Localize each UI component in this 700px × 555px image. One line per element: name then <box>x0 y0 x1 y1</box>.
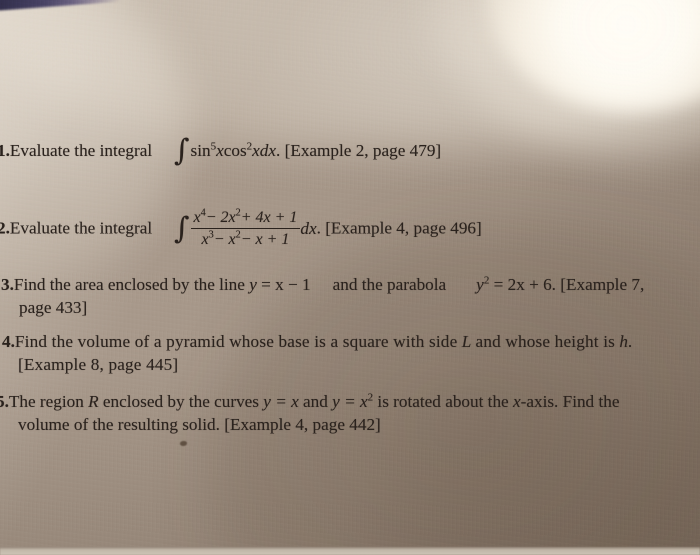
problem-number-4: 4. <box>2 332 15 351</box>
problem-3-reference-part2: page 433] <box>19 297 88 317</box>
numerator-term-2: − 2x <box>205 209 236 226</box>
problem-2-text: Evaluate the integral <box>9 218 153 238</box>
integral-sign-icon: ∫ <box>174 210 190 245</box>
problem-3-parabola-equation: y2 = 2x + 6. <box>476 275 556 294</box>
differential-dx: dx <box>300 218 317 238</box>
parabola-equation-rhs: = 2x + 6. <box>493 275 556 294</box>
line-equation-rhs: = x − 1 <box>261 275 311 294</box>
problem-4-line2: [Example 8, page 445] <box>18 354 700 377</box>
cosine-function: cos <box>223 141 247 160</box>
problem-number-5: 5. <box>0 392 9 411</box>
problem-5-text-e: volume of the resulting solid. [Example … <box>18 414 381 434</box>
problem-item-4: 4.Find the volume of a pyramid whose bas… <box>2 331 700 376</box>
problem-item-3: 3.Find the area enclosed by the line y =… <box>1 274 700 319</box>
problem-2-reference: . [Example 4, page 496] <box>316 218 482 238</box>
sine-argument: x <box>216 141 224 160</box>
denominator-term-2: − x <box>213 231 236 249</box>
cosine-argument-differential: xdx <box>252 141 277 160</box>
problem-1-integral: ∫sin5xcos2xdx <box>174 135 277 165</box>
problem-item-1: 1.Evaluate the integral ∫sin5xcos2xdx. [E… <box>0 135 442 165</box>
curve-1-expression: y = x <box>263 392 299 411</box>
problem-5-text-c: is rotated about the <box>377 392 509 411</box>
problem-3-text-a: Find the area enclosed by the line <box>13 275 245 294</box>
problem-number-2: 2. <box>0 218 10 238</box>
problem-item-5: 5.The region R enclosed by the curves y … <box>0 391 700 436</box>
problem-number-3: 3. <box>1 275 14 294</box>
problem-1-text: Evaluate the integral <box>9 141 153 160</box>
curve-equation-2: y = x2 <box>332 392 373 411</box>
rational-fraction: x4− 2x2+ 4x + 1 x3− x2− x + 1 <box>190 207 301 250</box>
sine-function: sin <box>190 141 211 160</box>
line-variable-y: y <box>249 275 257 294</box>
pyramid-side-variable: L <box>461 332 472 351</box>
problem-4-reference: [Example 8, page 445] <box>18 354 179 374</box>
denominator-term-1: x <box>201 231 209 249</box>
problem-4-period: . <box>627 332 633 351</box>
curve-2-exponent: 2 <box>367 391 374 404</box>
problem-item-2: 2.Evaluate the integral ∫ x4− 2x2+ 4x + 1… <box>0 208 482 251</box>
problem-5-text-a: The region <box>8 392 84 411</box>
photo-of-worksheet: 1.Evaluate the integral ∫sin5xcos2xdx. [E… <box>0 0 700 555</box>
problem-4-text-a: Find the volume of a pyramid whose base … <box>14 332 458 351</box>
numerator-term-3: + 4x + 1 <box>240 209 298 226</box>
curve-2-expression: y = x <box>332 392 368 411</box>
denominator-term-3: − x + 1 <box>240 231 290 249</box>
parabola-variable-y: y <box>476 275 484 294</box>
problem-5-conjunction: and <box>303 392 328 411</box>
parabola-exponent: 2 <box>483 274 490 287</box>
fraction-numerator: x4− 2x2+ 4x + 1 <box>191 207 301 228</box>
curve-equation-1: y = x <box>263 392 298 411</box>
problem-5-text-b: enclosed by the curves <box>102 392 259 411</box>
integral-sign-icon: ∫ <box>174 133 190 167</box>
numerator-term-1: x <box>193 209 201 226</box>
problem-3-reference-part1: [Example 7, <box>560 275 645 294</box>
problem-1-reference: . [Example 2, page 479] <box>276 141 442 160</box>
problem-3-text-b: and the parabola <box>332 275 447 294</box>
problem-4-text-b: and whose height is <box>475 332 616 351</box>
problem-number-1: 1. <box>0 141 10 160</box>
problem-3-line2: page 433] <box>19 297 700 320</box>
problem-5-text-d: -axis. Find the <box>520 392 620 411</box>
fraction-denominator: x3− x2− x + 1 <box>190 228 301 250</box>
problem-2-integral: ∫ x4− 2x2+ 4x + 1 x3− x2− x + 1 dx <box>174 208 317 248</box>
worksheet-text-layer: 1.Evaluate the integral ∫sin5xcos2xdx. [E… <box>0 0 700 555</box>
problem-3-line-equation: y = x − 1 <box>249 275 310 294</box>
pyramid-height-variable: h <box>619 332 628 351</box>
axis-variable-x: x <box>512 392 521 411</box>
region-variable-R: R <box>88 392 99 411</box>
problem-5-line2: volume of the resulting solid. [Example … <box>18 414 700 437</box>
